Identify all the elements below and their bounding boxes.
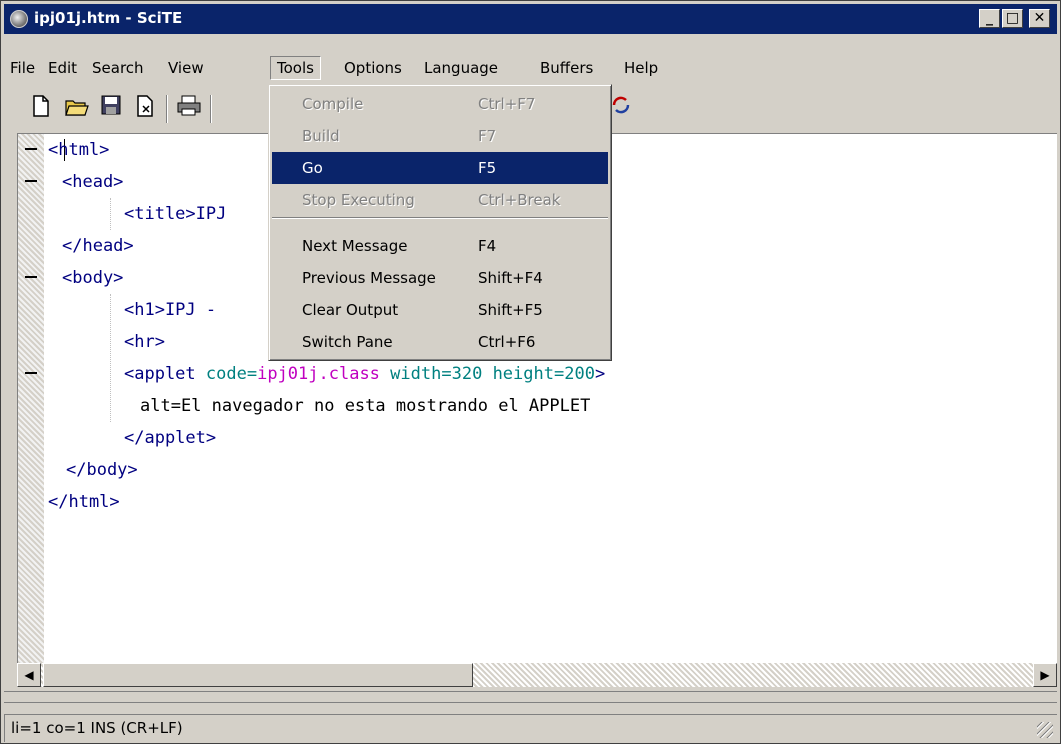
menu-view[interactable]: View (162, 56, 210, 80)
code-line: <body> (62, 268, 124, 288)
close-file-icon[interactable] (132, 95, 158, 121)
fold-marker-icon[interactable] (25, 276, 37, 278)
fold-marker-icon[interactable] (25, 148, 37, 150)
code-line: <applet code=ipj01j.class width=320 heig… (124, 358, 605, 390)
resize-grip-icon[interactable] (1037, 722, 1053, 738)
code-token: > (594, 364, 606, 384)
code-token: <applet (124, 364, 196, 384)
maximize-button[interactable]: □ (1002, 9, 1023, 28)
menu-item-previous-message[interactable]: Previous Message Shift+F4 (272, 262, 608, 294)
menu-item-shortcut: Shift+F5 (478, 301, 543, 319)
close-button[interactable]: ✕ (1029, 9, 1050, 28)
menu-item-shortcut: Ctrl+Break (478, 191, 561, 209)
code-token: 320 (451, 364, 483, 384)
menu-item-switch-pane[interactable]: Switch Pane Ctrl+F6 (272, 326, 608, 358)
menu-bar: File Edit Search View Tools Options Lang… (4, 54, 1057, 82)
menu-item-label: Clear Output (302, 301, 399, 319)
code-token: code= (205, 364, 258, 384)
menu-file[interactable]: File (4, 56, 41, 80)
menu-item-clear-output[interactable]: Clear Output Shift+F5 (272, 294, 608, 326)
code-line: </html> (48, 492, 120, 512)
menu-item-label: Next Message (302, 237, 408, 255)
save-icon[interactable] (98, 95, 124, 121)
print-icon[interactable] (176, 95, 202, 121)
menu-item-label: Go (302, 159, 323, 177)
scroll-left-icon[interactable]: ◀ (17, 663, 41, 687)
code-token: height= (492, 364, 565, 384)
menu-item-label: Stop Executing (302, 191, 415, 209)
menu-search[interactable]: Search (86, 56, 150, 80)
fold-margin[interactable] (18, 134, 44, 663)
menu-item-shortcut: F4 (478, 237, 497, 255)
scroll-thumb[interactable] (43, 663, 473, 687)
menu-item-label: Previous Message (302, 269, 436, 287)
tools-dropdown-menu: Compile Ctrl+F7 Build F7 Go F5 Stop Exec… (268, 84, 612, 361)
code-line: <hr> (124, 332, 165, 352)
code-token: width= (390, 364, 452, 384)
menu-item-compile[interactable]: Compile Ctrl+F7 (272, 88, 608, 120)
code-token: ipj01j.class (257, 364, 380, 384)
code-line: <h1>IPJ - (124, 300, 217, 320)
status-text: li=1 co=1 INS (CR+LF) (11, 719, 183, 737)
scite-app-icon[interactable] (10, 10, 28, 28)
menu-item-stop-executing[interactable]: Stop Executing Ctrl+Break (272, 184, 608, 216)
window-title: ipj01j.htm - SciTE (34, 9, 183, 27)
menu-item-label: Build (302, 127, 340, 145)
menu-item-build[interactable]: Build F7 (272, 120, 608, 152)
code-line: alt=El navegador no esta mostrando el AP… (140, 396, 591, 416)
indent-guide (110, 198, 112, 230)
menu-item-label: Switch Pane (302, 333, 393, 351)
fold-marker-icon[interactable] (25, 180, 37, 182)
minimize-button[interactable]: _ (979, 9, 1000, 28)
menu-item-next-message[interactable]: Next Message F4 (272, 230, 608, 262)
horizontal-scrollbar[interactable]: ◀ ▶ (17, 663, 1057, 687)
code-line: <title>IPJ (124, 204, 227, 224)
menu-buffers[interactable]: Buffers (534, 56, 599, 80)
menu-options[interactable]: Options (338, 56, 408, 80)
menu-item-shortcut: Ctrl+F6 (478, 333, 536, 351)
indent-guide (110, 294, 112, 422)
open-folder-icon[interactable] (64, 95, 90, 121)
menu-help[interactable]: Help (618, 56, 664, 80)
code-line: </head> (62, 236, 134, 256)
new-file-icon[interactable] (28, 95, 54, 121)
menu-tools[interactable]: Tools (270, 56, 321, 80)
code-line: <html> (48, 140, 110, 160)
menu-item-shortcut: Ctrl+F7 (478, 95, 536, 113)
menu-item-go[interactable]: Go F5 (272, 152, 608, 184)
code-line: </body> (66, 460, 138, 480)
menu-separator (272, 217, 608, 219)
menu-item-shortcut: F7 (478, 127, 497, 145)
menu-item-label: Compile (302, 95, 364, 113)
title-bar[interactable]: ipj01j.htm - SciTE _ □ ✕ (4, 4, 1057, 34)
code-line: <head> (62, 172, 124, 192)
code-line: </applet> (124, 428, 217, 448)
scroll-right-icon[interactable]: ▶ (1033, 663, 1057, 687)
toolbar-separator (166, 95, 168, 123)
menu-edit[interactable]: Edit (42, 56, 83, 80)
status-bar: li=1 co=1 INS (CR+LF) (4, 714, 1057, 742)
fold-marker-icon[interactable] (25, 372, 37, 374)
output-pane-splitter[interactable] (4, 691, 1057, 703)
menu-item-shortcut: F5 (478, 159, 497, 177)
menu-item-shortcut: Shift+F4 (478, 269, 543, 287)
menu-language[interactable]: Language (418, 56, 504, 80)
code-token: 200 (564, 364, 595, 384)
toolbar-separator (210, 95, 212, 123)
